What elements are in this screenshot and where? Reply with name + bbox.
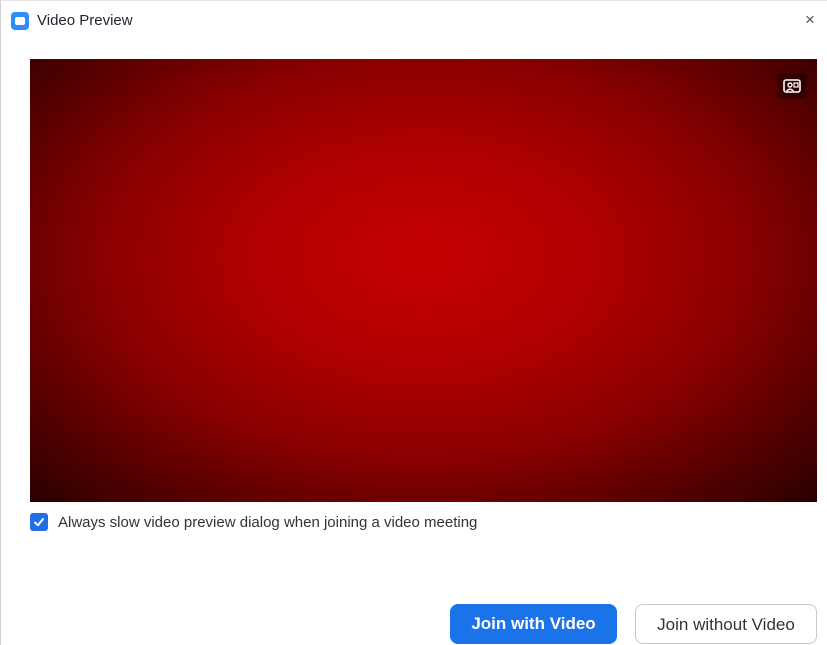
close-button[interactable]: × bbox=[800, 10, 820, 30]
video-preview-dialog: Video Preview × Always slow video previe… bbox=[0, 0, 827, 645]
video-preview-area bbox=[30, 59, 817, 502]
join-without-video-button[interactable]: Join without Video bbox=[635, 604, 817, 644]
always-show-preview-checkbox[interactable] bbox=[30, 513, 48, 531]
checkmark-icon bbox=[34, 518, 44, 527]
title-bar: Video Preview × bbox=[1, 1, 827, 39]
portrait-background-icon bbox=[783, 79, 801, 93]
window-title: Video Preview bbox=[37, 12, 133, 29]
always-show-preview-label: Always slow video preview dialog when jo… bbox=[58, 514, 478, 531]
video-camera-icon bbox=[11, 12, 29, 30]
join-with-video-button[interactable]: Join with Video bbox=[450, 604, 617, 644]
background-toggle-button[interactable] bbox=[777, 73, 807, 99]
